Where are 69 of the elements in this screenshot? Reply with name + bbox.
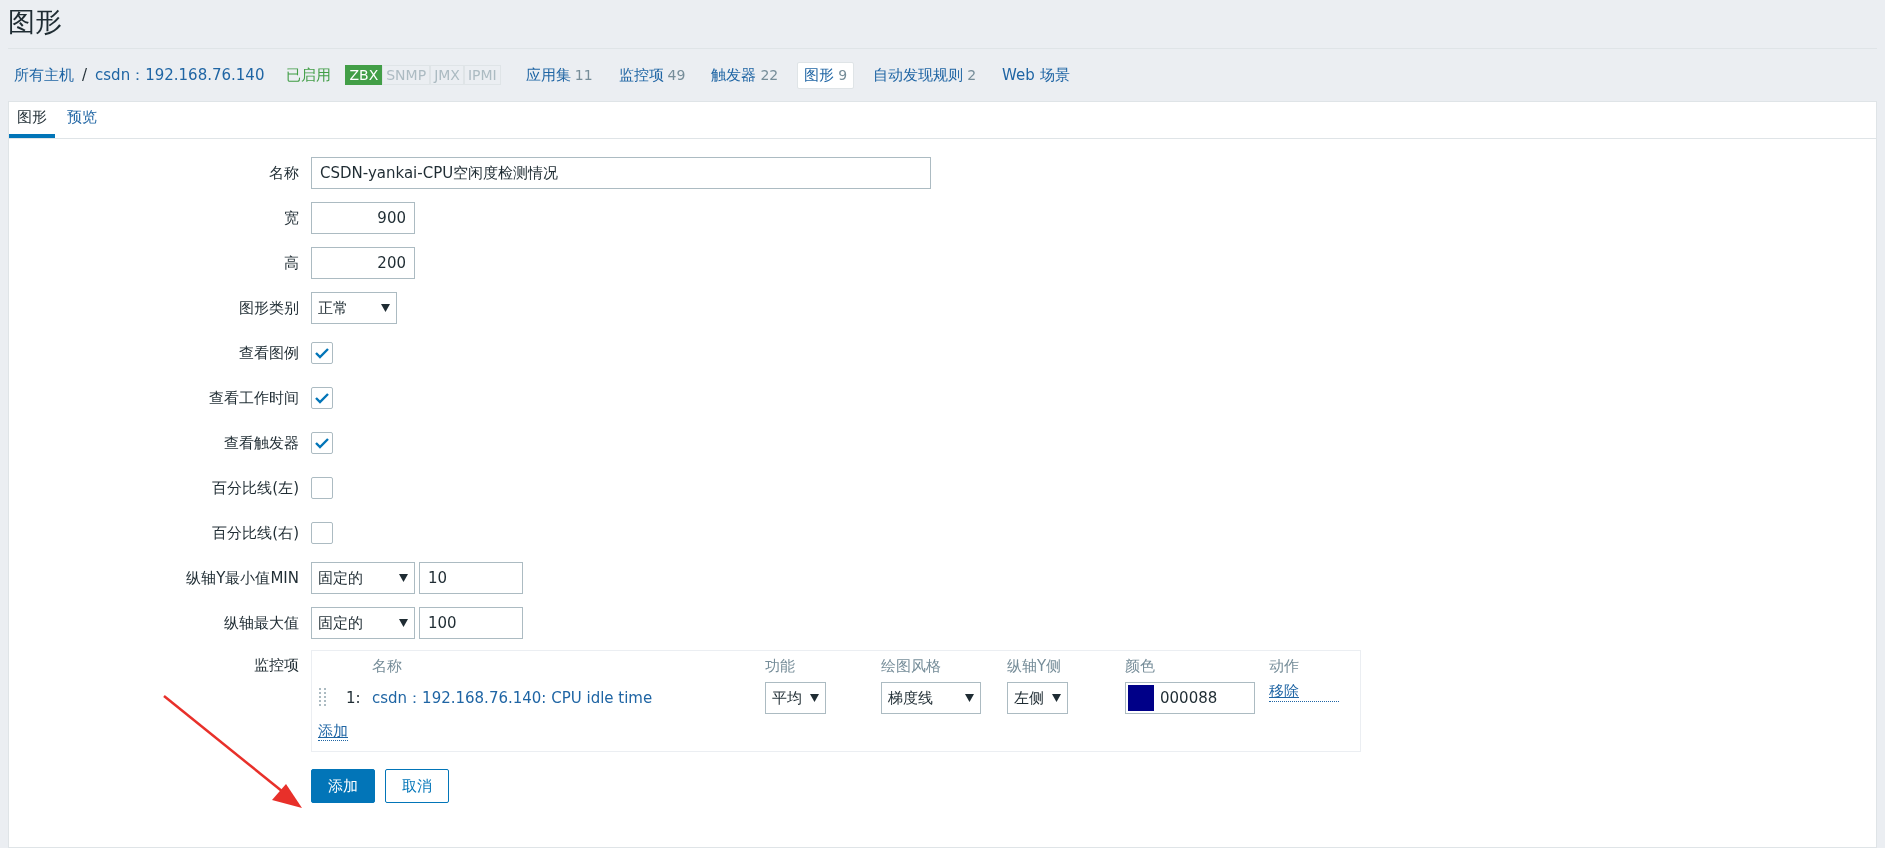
cancel-button[interactable]: 取消 bbox=[385, 769, 449, 803]
nav-link[interactable]: 应用集 11 bbox=[518, 61, 600, 89]
page-title: 图形 bbox=[8, 0, 1877, 49]
field-label: 宽 bbox=[283, 208, 300, 228]
checkmark-icon bbox=[315, 437, 329, 449]
item-link[interactable]: csdn：192.168.76.140: CPU idle time bbox=[372, 688, 765, 708]
column-header: 动作 bbox=[1269, 657, 1300, 677]
column-header: 纵轴Y侧 bbox=[1007, 657, 1063, 677]
breadcrumb-link[interactable]: csdn：192.168.76.140 bbox=[95, 65, 265, 85]
field-label: 监控项 bbox=[253, 655, 300, 675]
color-swatch[interactable] bbox=[1128, 685, 1154, 711]
field-label: 百分比线(右) bbox=[211, 523, 300, 543]
dropdown[interactable]: 左侧 bbox=[1007, 682, 1068, 714]
tab[interactable]: 图形 bbox=[9, 102, 55, 138]
caret-icon bbox=[810, 694, 819, 702]
caret-icon bbox=[399, 574, 408, 582]
field-label: 查看触发器 bbox=[223, 433, 300, 453]
dropdown[interactable]: 平均 bbox=[765, 682, 826, 714]
column-header: 颜色 bbox=[1125, 657, 1156, 677]
dropdown[interactable]: 正常 bbox=[311, 292, 397, 324]
column-header: 名称 bbox=[372, 657, 403, 677]
remove-link[interactable]: 移除 bbox=[1269, 682, 1339, 702]
field-label: 纵轴Y最小值MIN bbox=[185, 568, 300, 588]
nav-link[interactable]: 触发器 22 bbox=[704, 61, 786, 89]
caret-icon bbox=[381, 304, 390, 312]
checkbox[interactable] bbox=[311, 342, 333, 364]
submit-button[interactable]: 添加 bbox=[311, 769, 375, 803]
nav-link[interactable]: 图形 9 bbox=[797, 61, 855, 89]
number-field[interactable]: 100 bbox=[419, 607, 523, 639]
field-label: 查看图例 bbox=[238, 343, 300, 363]
tab[interactable]: 预览 bbox=[59, 102, 105, 138]
drag-handle-icon[interactable] bbox=[318, 687, 328, 709]
nav-link[interactable]: 自动发现规则 2 bbox=[866, 61, 984, 89]
number-field[interactable]: 900 bbox=[311, 202, 415, 234]
name-field[interactable]: CSDN-yankai-CPU空闲度检测情况 bbox=[311, 157, 931, 189]
breadcrumb-separator: / bbox=[82, 66, 88, 84]
field-label: 纵轴最大值 bbox=[223, 613, 300, 633]
number-field[interactable]: 10 bbox=[419, 562, 523, 594]
interface-tag: IPMI bbox=[463, 65, 501, 85]
column-header: 功能 bbox=[765, 657, 796, 677]
dropdown[interactable]: 固定的 bbox=[311, 607, 415, 639]
checkbox[interactable] bbox=[311, 522, 333, 544]
checkmark-icon bbox=[315, 392, 329, 404]
checkbox[interactable] bbox=[311, 432, 333, 454]
nav-link[interactable]: Web 场景 bbox=[995, 61, 1077, 89]
color-field[interactable]: 000088 bbox=[1125, 682, 1255, 714]
checkbox[interactable] bbox=[311, 477, 333, 499]
number-field[interactable]: 200 bbox=[311, 247, 415, 279]
caret-icon bbox=[965, 694, 974, 702]
caret-icon bbox=[1052, 694, 1061, 702]
nav-link[interactable]: 监控项 49 bbox=[611, 61, 693, 89]
checkmark-icon bbox=[315, 347, 329, 359]
field-label: 高 bbox=[283, 253, 300, 273]
dropdown[interactable]: 梯度线 bbox=[881, 682, 981, 714]
row-index: 1: bbox=[346, 689, 362, 707]
field-label: 图形类别 bbox=[238, 298, 300, 318]
add-link[interactable]: 添加 bbox=[318, 722, 348, 741]
interface-tag: JMX bbox=[430, 65, 464, 85]
caret-icon bbox=[399, 619, 408, 627]
dropdown[interactable]: 固定的 bbox=[311, 562, 415, 594]
interface-tag: ZBX bbox=[345, 65, 383, 85]
field-label: 查看工作时间 bbox=[208, 388, 300, 408]
field-label: 名称 bbox=[268, 163, 300, 183]
field-label: 百分比线(左) bbox=[211, 478, 300, 498]
breadcrumb-link[interactable]: 所有主机 bbox=[14, 65, 74, 85]
column-header: 绘图风格 bbox=[881, 657, 942, 677]
checkbox[interactable] bbox=[311, 387, 333, 409]
status-label: 已启用 bbox=[286, 65, 332, 85]
interface-tag: SNMP bbox=[382, 65, 431, 85]
